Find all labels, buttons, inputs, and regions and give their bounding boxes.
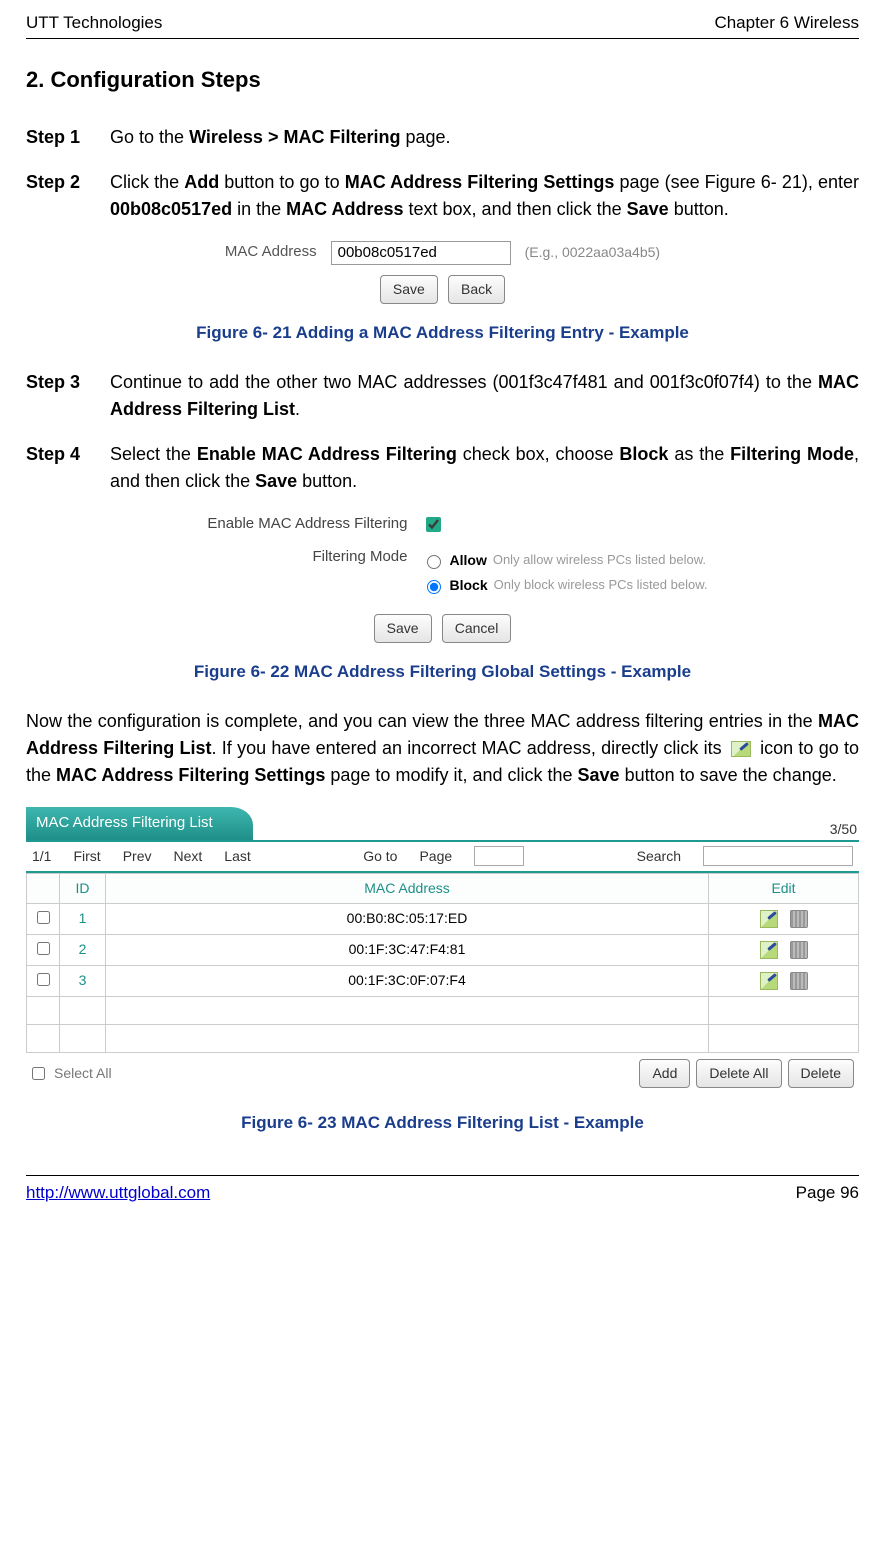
footer-divider — [26, 1175, 859, 1176]
pager-first[interactable]: First — [73, 846, 100, 867]
mac-address-label: MAC Address — [225, 241, 317, 264]
pager-row: 1/1 First Prev Next Last Go to Page Sear… — [26, 840, 859, 873]
step-2: Step 2 Click the Add button to go to MAC… — [26, 169, 859, 223]
pager-search-label: Search — [637, 846, 681, 867]
table-row: 1 00:B0:8C:05:17:ED — [27, 903, 859, 934]
row-id: 1 — [60, 903, 106, 934]
section-title: 2. Configuration Steps — [26, 63, 859, 96]
pager-search-input[interactable] — [703, 846, 853, 866]
figure-6-21-ui: MAC Address (E.g., 0022aa03a4b5) Save Ba… — [26, 241, 859, 304]
row-checkbox[interactable] — [37, 942, 50, 955]
step-3-label: Step 3 — [26, 369, 110, 423]
col-select — [27, 873, 60, 903]
figure-6-22-caption: Figure 6- 22 MAC Address Filtering Globa… — [26, 659, 859, 685]
save-button[interactable]: Save — [374, 614, 432, 643]
edit-icon[interactable] — [760, 910, 778, 928]
row-checkbox[interactable] — [37, 911, 50, 924]
doc-header-right: Chapter 6 Wireless — [714, 10, 859, 36]
block-option-desc: Only block wireless PCs listed below. — [494, 575, 708, 595]
pager-last[interactable]: Last — [224, 846, 250, 867]
delete-button[interactable]: Delete — [788, 1059, 854, 1088]
step-1-label: Step 1 — [26, 124, 110, 151]
completion-paragraph: Now the configuration is complete, and y… — [26, 708, 859, 789]
pager-position: 1/1 — [32, 846, 51, 867]
mac-filtering-table: ID MAC Address Edit 1 00:B0:8C:05:17:ED … — [26, 873, 859, 1053]
header-divider — [26, 38, 859, 39]
delete-icon[interactable] — [790, 972, 808, 990]
figure-6-22-ui: Enable MAC Address Filtering Filtering M… — [26, 513, 859, 643]
cancel-button[interactable]: Cancel — [442, 614, 512, 643]
col-id: ID — [60, 873, 106, 903]
row-checkbox[interactable] — [37, 973, 50, 986]
list-title: MAC Address Filtering List — [26, 807, 253, 840]
enable-filtering-checkbox[interactable] — [426, 517, 441, 532]
mac-address-hint: (E.g., 0022aa03a4b5) — [525, 242, 660, 263]
add-button[interactable]: Add — [639, 1059, 690, 1088]
edit-icon — [731, 741, 751, 757]
select-all-label: Select All — [54, 1063, 112, 1084]
table-row: 3 00:1F:3C:0F:07:F4 — [27, 965, 859, 996]
filtering-mode-label: Filtering Mode — [178, 546, 408, 569]
filtering-mode-allow-radio[interactable] — [427, 555, 441, 569]
delete-icon[interactable] — [790, 910, 808, 928]
delete-icon[interactable] — [790, 941, 808, 959]
doc-header-left: UTT Technologies — [26, 10, 162, 36]
mac-address-input[interactable] — [331, 241, 511, 265]
back-button[interactable]: Back — [448, 275, 505, 304]
figure-6-23-caption: Figure 6- 23 MAC Address Filtering List … — [26, 1110, 859, 1136]
footer-page: Page 96 — [796, 1180, 859, 1206]
table-row-empty — [27, 1024, 859, 1052]
edit-icon[interactable] — [760, 941, 778, 959]
col-mac: MAC Address — [106, 873, 709, 903]
block-option-label: Block — [450, 575, 488, 596]
row-mac: 00:B0:8C:05:17:ED — [106, 903, 709, 934]
edit-icon[interactable] — [760, 972, 778, 990]
row-mac: 00:1F:3C:0F:07:F4 — [106, 965, 709, 996]
filtering-mode-block-radio[interactable] — [427, 580, 441, 594]
footer-url[interactable]: http://www.uttglobal.com — [26, 1180, 210, 1206]
step-2-body: Click the Add button to go to MAC Addres… — [110, 169, 859, 223]
col-edit: Edit — [709, 873, 859, 903]
pager-next[interactable]: Next — [173, 846, 202, 867]
step-4-label: Step 4 — [26, 441, 110, 495]
step-4-body: Select the Enable MAC Address Filtering … — [110, 441, 859, 495]
save-button[interactable]: Save — [380, 275, 438, 304]
pager-goto-label: Go to — [363, 846, 397, 867]
row-id: 3 — [60, 965, 106, 996]
pager-page-input[interactable] — [474, 846, 524, 866]
allow-option-label: Allow — [450, 550, 487, 571]
allow-option-desc: Only allow wireless PCs listed below. — [493, 550, 706, 570]
step-2-label: Step 2 — [26, 169, 110, 223]
row-mac: 00:1F:3C:47:F4:81 — [106, 934, 709, 965]
step-1-body: Go to the Wireless > MAC Filtering page. — [110, 124, 859, 151]
pager-prev[interactable]: Prev — [123, 846, 152, 867]
pager-page-label: Page — [419, 846, 452, 867]
step-3-body: Continue to add the other two MAC addres… — [110, 369, 859, 423]
step-4: Step 4 Select the Enable MAC Address Fil… — [26, 441, 859, 495]
step-1: Step 1 Go to the Wireless > MAC Filterin… — [26, 124, 859, 151]
select-all-checkbox[interactable] — [32, 1067, 45, 1080]
enable-filtering-label: Enable MAC Address Filtering — [178, 513, 408, 536]
step-3: Step 3 Continue to add the other two MAC… — [26, 369, 859, 423]
delete-all-button[interactable]: Delete All — [696, 1059, 781, 1088]
list-count: 3/50 — [830, 819, 857, 840]
figure-6-21-caption: Figure 6- 21 Adding a MAC Address Filter… — [26, 320, 859, 346]
row-id: 2 — [60, 934, 106, 965]
table-row-empty — [27, 996, 859, 1024]
table-row: 2 00:1F:3C:47:F4:81 — [27, 934, 859, 965]
figure-6-23-ui: MAC Address Filtering List 3/50 1/1 Firs… — [26, 807, 859, 1094]
